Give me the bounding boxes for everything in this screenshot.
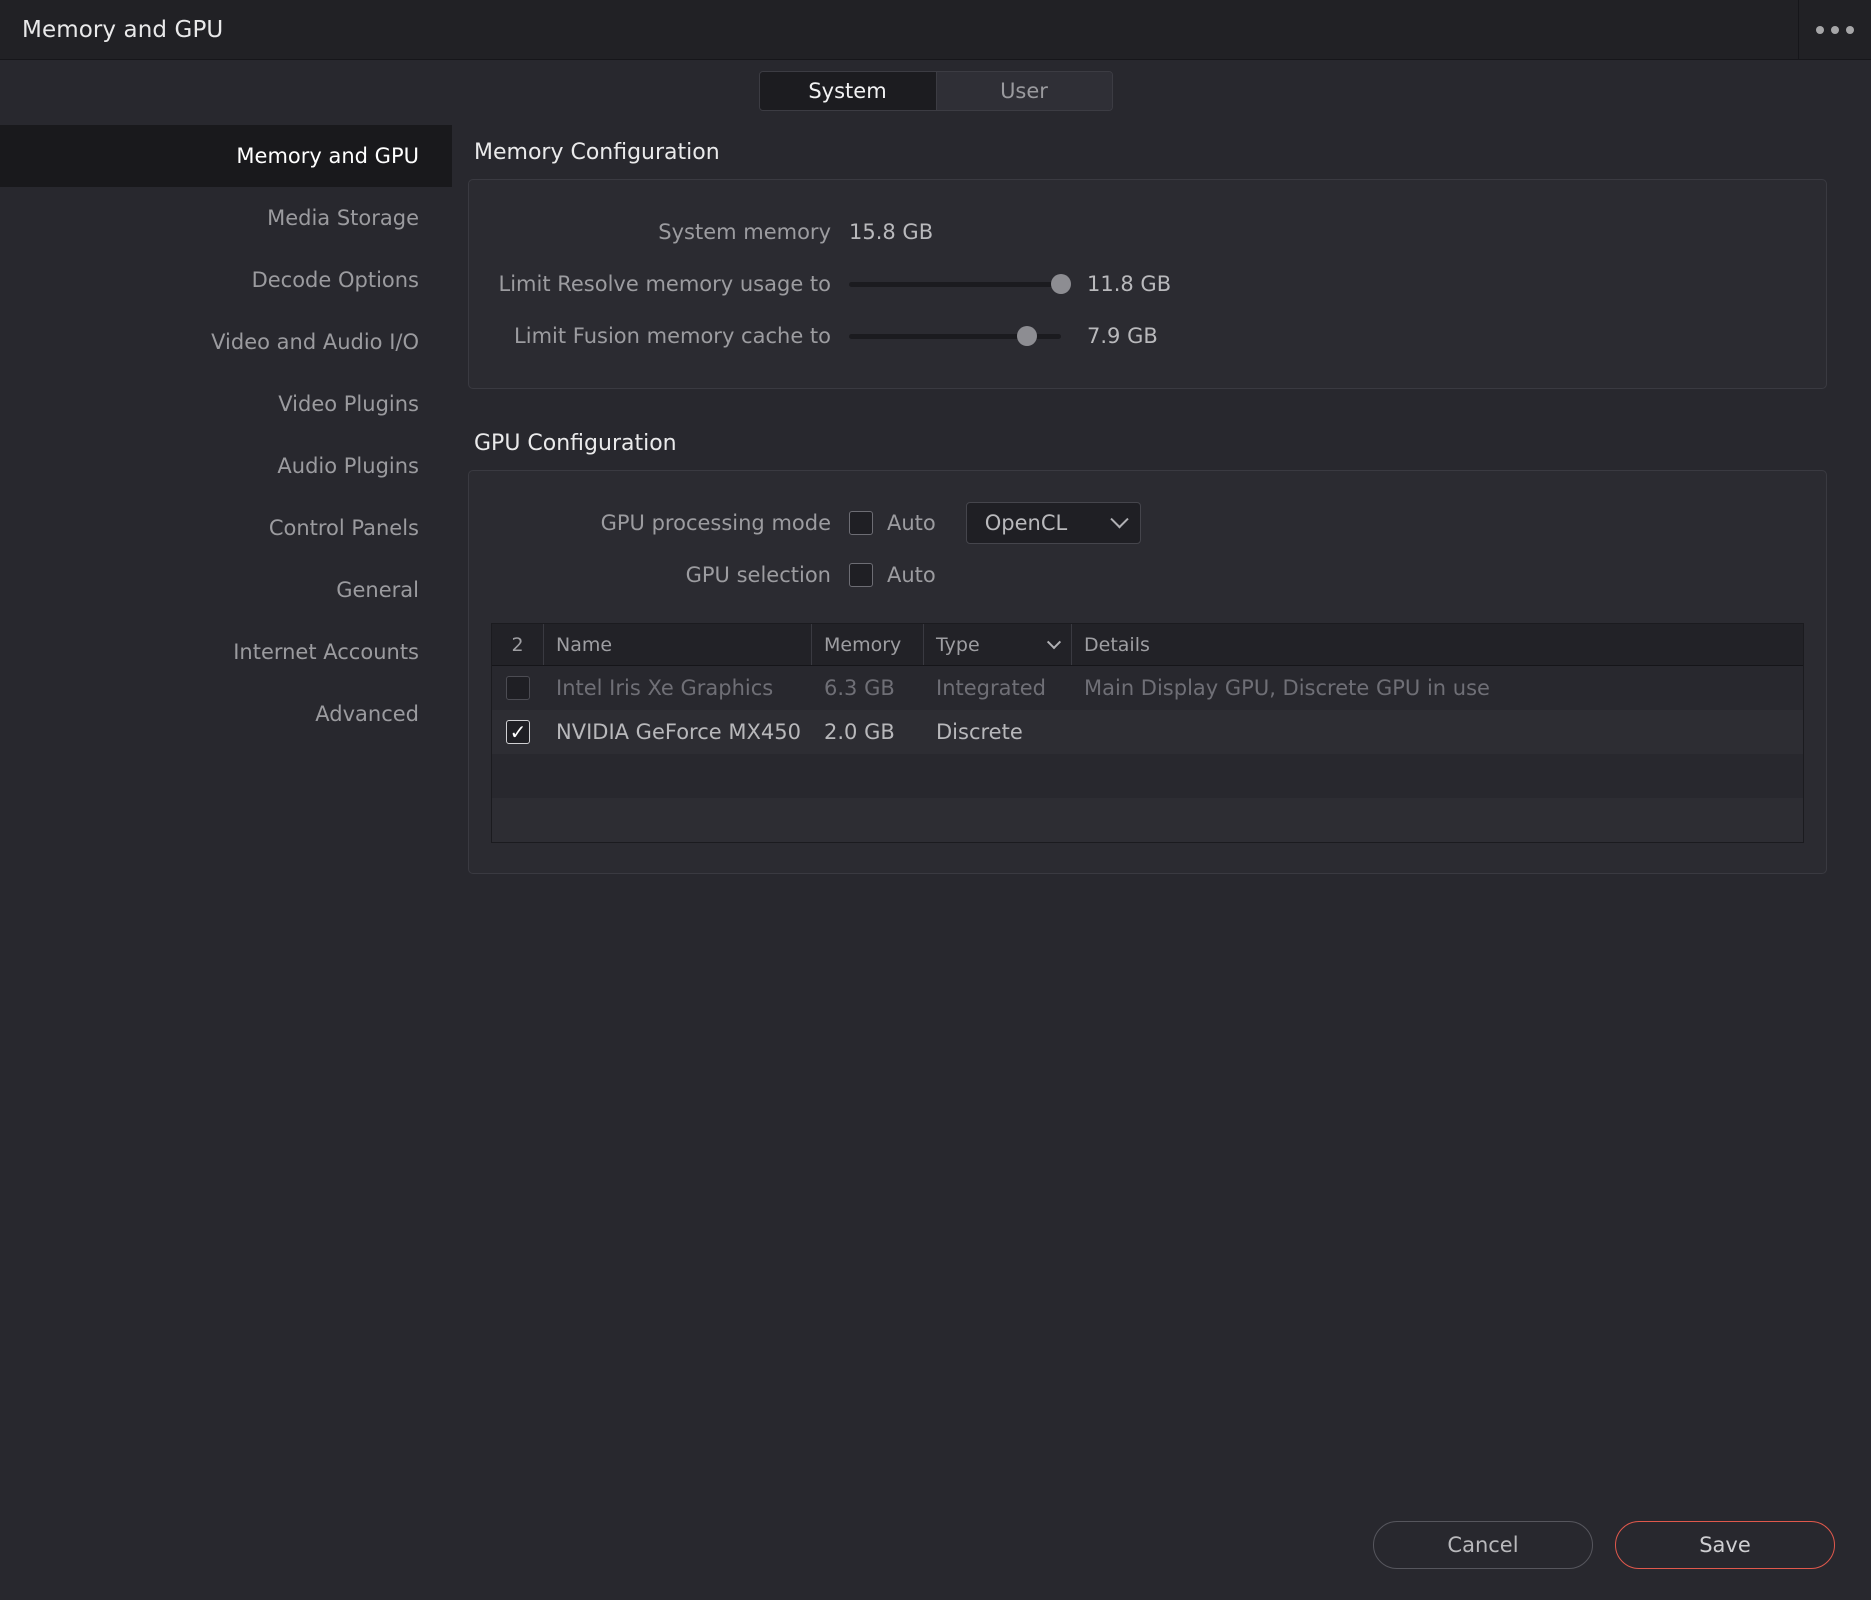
fusion-memory-cache-value: 7.9 GB [1087,324,1158,348]
system-memory-row: System memory 15.8 GB [469,206,1826,258]
column-header-details[interactable]: Details [1072,624,1803,665]
sidebar-item-control-panels[interactable]: Control Panels [0,497,452,559]
settings-content: Memory Configuration System memory 15.8 … [452,122,1871,1600]
fusion-memory-cache-label: Limit Fusion memory cache to [514,324,831,348]
save-button[interactable]: Save [1615,1521,1835,1569]
sidebar-item-internet-accounts[interactable]: Internet Accounts [0,621,452,683]
column-header-memory[interactable]: Memory [812,624,924,665]
column-header-type-label: Type [936,633,980,656]
sidebar-item-decode-options[interactable]: Decode Options [0,249,452,311]
gpu-enable-checkbox[interactable]: ✓ [506,720,530,744]
gpu-table: 2 Name Memory Type Details Intel Iris Xe… [491,623,1804,843]
preferences-body: Memory and GPU Media Storage Decode Opti… [0,122,1871,1600]
system-memory-label: System memory [658,220,831,244]
resolve-memory-slider[interactable] [849,270,1071,298]
sidebar-item-memory-and-gpu[interactable]: Memory and GPU [0,125,452,187]
gpu-details: Main Display GPU, Discrete GPU in use [1084,676,1490,700]
sidebar-item-advanced[interactable]: Advanced [0,683,452,745]
gpu-selection-row: GPU selection Auto [469,549,1826,601]
gpu-type: Discrete [936,720,1023,744]
gpu-memory: 2.0 GB [824,720,895,744]
gpu-row-checkbox-cell[interactable]: ✓ [492,720,544,744]
tab-bar: System User [0,60,1871,122]
gpu-selection-auto-checkbox[interactable] [849,563,873,587]
resolve-memory-limit-label: Limit Resolve memory usage to [498,272,832,296]
column-header-name[interactable]: Name [544,624,812,665]
gpu-selection-label: GPU selection [685,563,831,587]
gpu-selection-auto-label: Auto [887,563,936,587]
system-memory-value: 15.8 GB [849,220,934,244]
table-row[interactable]: ✓ NVIDIA GeForce MX450 2.0 GB Discrete [492,710,1803,754]
check-icon: ✓ [509,720,527,744]
gpu-enable-checkbox[interactable] [506,676,530,700]
slider-handle[interactable] [1017,326,1038,346]
tab-system[interactable]: System [759,72,936,110]
page-title: Memory and GPU [22,16,224,43]
ellipsis-icon [1816,25,1854,34]
table-row[interactable]: Intel Iris Xe Graphics 6.3 GB Integrated… [492,666,1803,710]
gpu-processing-mode-value: OpenCL [984,511,1068,535]
table-row-empty [492,798,1803,842]
preferences-window: Memory and GPU System User Memory and GP… [0,0,1871,1600]
chevron-down-icon [1046,634,1062,649]
window-menu-button[interactable] [1798,0,1871,59]
slider-handle[interactable] [1051,274,1071,294]
resolve-memory-limit-value: 11.8 GB [1087,272,1172,296]
gpu-row-checkbox-cell[interactable] [492,676,544,700]
gpu-processing-mode-select[interactable]: OpenCL [965,502,1141,544]
gpu-type: Integrated [936,676,1046,700]
gpu-configuration-panel: GPU processing mode Auto OpenCL GPU sele… [468,470,1827,874]
sidebar-item-video-plugins[interactable]: Video Plugins [0,373,452,435]
fusion-memory-slider[interactable] [849,322,1061,350]
sidebar-item-audio-plugins[interactable]: Audio Plugins [0,435,452,497]
gpu-processing-mode-auto-checkbox[interactable] [849,511,873,535]
table-row-empty [492,754,1803,798]
tab-user[interactable]: User [935,72,1112,110]
dialog-footer: Cancel Save [0,1490,1871,1600]
gpu-table-header: 2 Name Memory Type Details [492,624,1803,666]
gpu-processing-mode-auto-label: Auto [887,511,936,535]
gpu-name: Intel Iris Xe Graphics [556,676,774,700]
window-titlebar: Memory and GPU [0,0,1871,60]
column-header-count: 2 [492,624,544,665]
fusion-memory-cache-row: Limit Fusion memory cache to 7.9 GB [469,310,1826,362]
gpu-processing-mode-label: GPU processing mode [600,511,831,535]
sidebar-item-media-storage[interactable]: Media Storage [0,187,452,249]
sidebar-item-video-and-audio-io[interactable]: Video and Audio I/O [0,311,452,373]
memory-configuration-heading: Memory Configuration [474,140,720,165]
memory-configuration-panel: System memory 15.8 GB Limit Resolve memo… [468,179,1827,389]
slider-track [849,281,1061,287]
sidebar-item-general[interactable]: General [0,559,452,621]
resolve-memory-limit-row: Limit Resolve memory usage to 11.8 GB [469,258,1826,310]
sidebar: Memory and GPU Media Storage Decode Opti… [0,122,452,1600]
cancel-button[interactable]: Cancel [1373,1521,1593,1569]
column-header-type[interactable]: Type [924,624,1072,665]
gpu-configuration-heading: GPU Configuration [474,431,677,456]
gpu-name: NVIDIA GeForce MX450 [556,720,801,744]
chevron-down-icon [1110,509,1129,528]
gpu-memory: 6.3 GB [824,676,895,700]
gpu-processing-mode-row: GPU processing mode Auto OpenCL [469,497,1826,549]
